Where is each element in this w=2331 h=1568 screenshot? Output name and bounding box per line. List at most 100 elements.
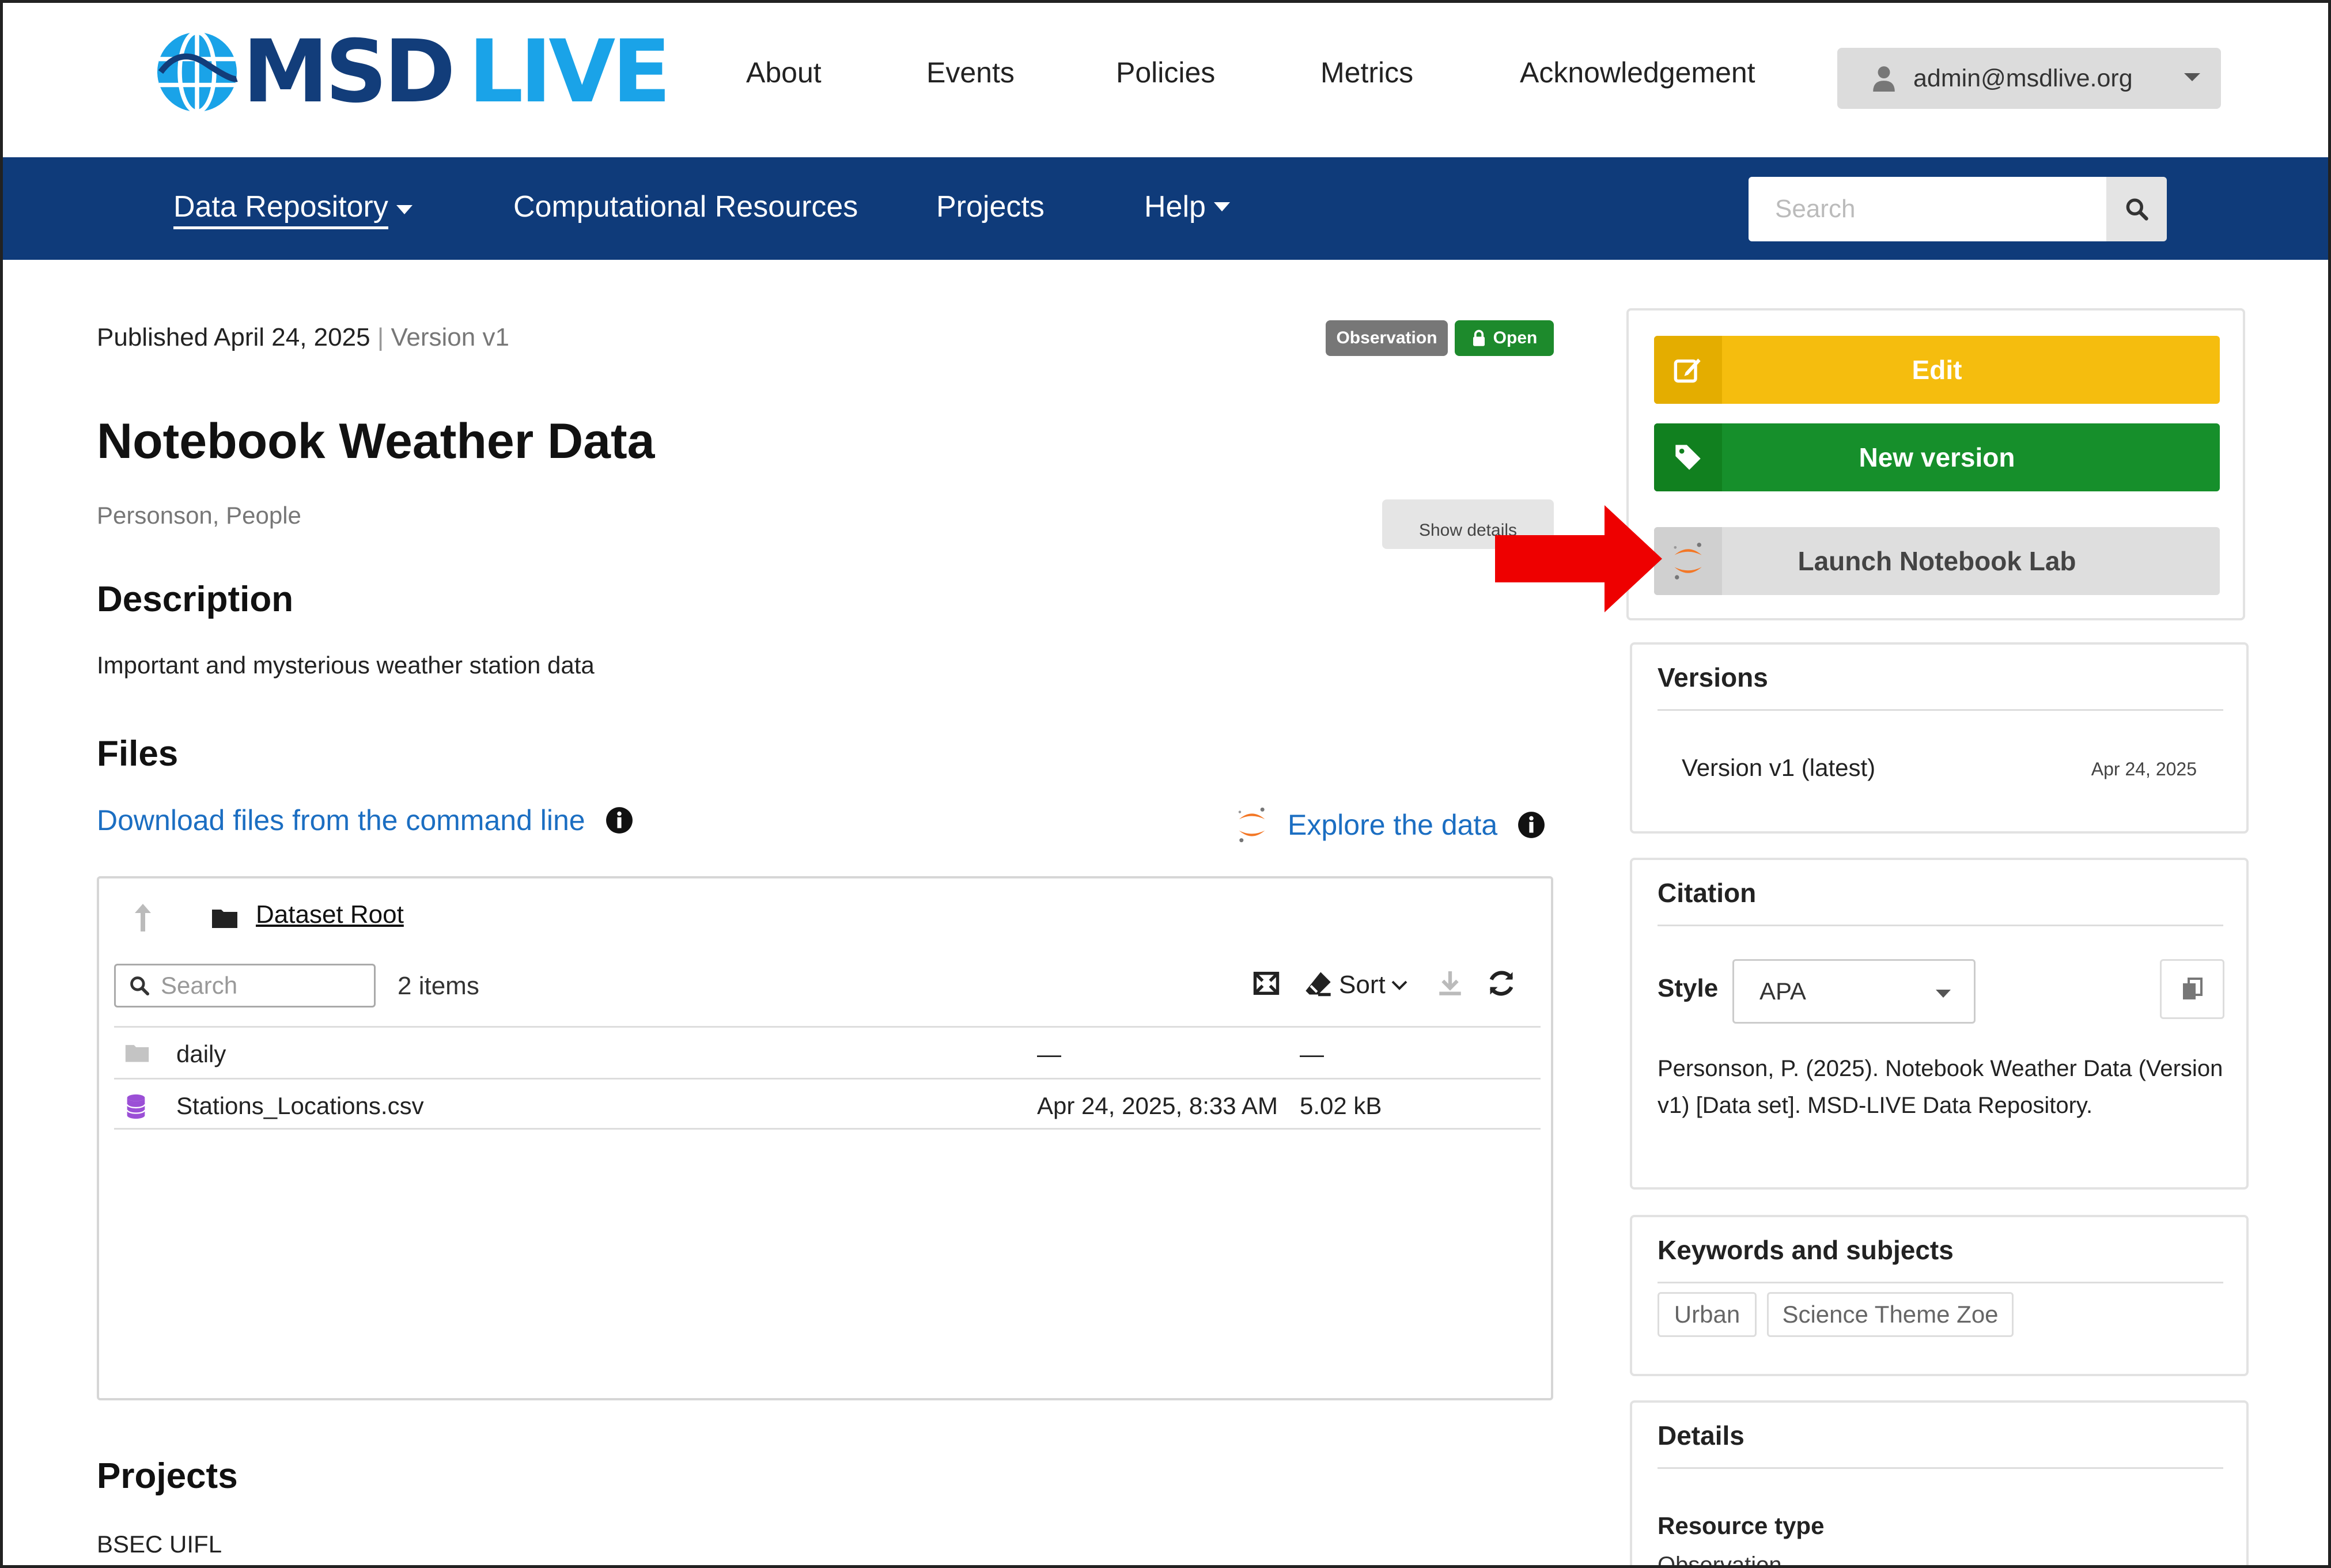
- user-menu-button[interactable]: admin@msdlive.org: [1837, 48, 2221, 109]
- explore-data-label: Explore the data: [1288, 809, 1498, 841]
- folder-icon: [212, 910, 237, 928]
- file-name[interactable]: Stations_Locations.csv: [176, 1092, 424, 1120]
- description-text: Important and mysterious weather station…: [97, 652, 595, 679]
- files-heading: Files: [97, 734, 179, 774]
- download-link-label: Download files from the command line: [97, 804, 585, 836]
- eraser-icon[interactable]: [1303, 968, 1333, 998]
- keyword-tag[interactable]: Science Theme Zoe: [1767, 1292, 2014, 1337]
- keyword-tag[interactable]: Urban: [1658, 1292, 1757, 1337]
- chevron-down-icon: [2184, 73, 2200, 81]
- user-icon: [1873, 66, 1895, 92]
- file-date: Apr 24, 2025, 8:33 AM: [1037, 1092, 1278, 1119]
- logo-live-text: LIVE: [468, 22, 671, 122]
- nav-data-repository-label: Data Repository: [173, 190, 388, 229]
- logo-msd-text: MSD: [243, 22, 456, 122]
- caret-down-icon: [1936, 990, 1951, 998]
- details-title: Details: [1658, 1421, 1745, 1450]
- new-version-button[interactable]: New version: [1654, 423, 2220, 491]
- citation-style-value: APA: [1759, 978, 1806, 1005]
- nav-metrics[interactable]: Metrics: [1320, 56, 1413, 89]
- divider: [1658, 925, 2223, 926]
- download-icon[interactable]: [1436, 968, 1465, 998]
- file-name[interactable]: daily: [176, 1040, 226, 1068]
- file-size: 5.02 kB: [1300, 1092, 1382, 1119]
- access-badge: Open: [1455, 320, 1554, 356]
- copy-icon: [2183, 978, 2203, 999]
- sort-dropdown[interactable]: Sort: [1339, 971, 1407, 999]
- top-header: MSD LIVE About Events Policies Metrics Ac…: [3, 3, 2328, 157]
- nav-about[interactable]: About: [746, 56, 822, 89]
- file-size: —: [1300, 1040, 1324, 1067]
- caret-down-icon: [1213, 202, 1230, 211]
- download-command-line-link[interactable]: Download files from the command line: [97, 804, 634, 837]
- citation-card: Citation Style APA Personson, P. (2025).…: [1630, 858, 2249, 1190]
- record-title: Notebook Weather Data: [97, 414, 655, 469]
- nav-policies[interactable]: Policies: [1116, 56, 1215, 89]
- description-heading: Description: [97, 580, 294, 619]
- sort-label: Sort: [1339, 971, 1386, 999]
- search-icon: [2126, 198, 2148, 221]
- search-button[interactable]: [2106, 177, 2167, 241]
- keywords-card: Keywords and subjects Urban Science Them…: [1630, 1215, 2249, 1376]
- file-row-csv[interactable]: Stations_Locations.csv Apr 24, 2025, 8:3…: [114, 1078, 1541, 1130]
- jupyter-icon: [1238, 807, 1265, 843]
- user-email: admin@msdlive.org: [1913, 64, 2133, 92]
- file-browser: Dataset Root 2 items Sort: [97, 876, 1553, 1400]
- version-date: Apr 24, 2025: [2091, 759, 2197, 779]
- annotation-arrow-icon: [1495, 505, 1662, 612]
- main-navbar: Data Repository Computational Resources …: [3, 157, 2328, 260]
- nav-data-repository[interactable]: Data Repository: [173, 190, 413, 229]
- caret-down-icon: [396, 204, 413, 214]
- version-item[interactable]: Version v1 (latest): [1682, 754, 1875, 782]
- site-search-input[interactable]: [1749, 177, 2106, 241]
- database-icon: [126, 1094, 146, 1119]
- edit-icon: [1674, 358, 1701, 383]
- citation-title: Citation: [1658, 878, 1757, 908]
- project-name[interactable]: BSEC UIFL: [97, 1531, 222, 1558]
- info-icon[interactable]: [605, 806, 634, 835]
- nav-events[interactable]: Events: [926, 56, 1015, 89]
- published-date: Published April 24, 2025: [97, 323, 370, 351]
- info-icon[interactable]: [1517, 810, 1546, 839]
- keywords-title: Keywords and subjects: [1658, 1235, 1954, 1265]
- nav-acknowledgement[interactable]: Acknowledgement: [1520, 56, 1755, 89]
- edit-label: Edit: [1912, 355, 1962, 385]
- nav-projects[interactable]: Projects: [936, 190, 1045, 224]
- divider: [1658, 1467, 2223, 1469]
- chevron-down-icon: [1391, 980, 1407, 990]
- nav-computational-resources[interactable]: Computational Resources: [513, 190, 858, 224]
- launch-notebook-lab-button[interactable]: Launch Notebook Lab: [1654, 527, 2220, 595]
- versions-title: Versions: [1658, 662, 1768, 692]
- versions-card: Versions Version v1 (latest) Apr 24, 202…: [1630, 642, 2249, 834]
- record-actions-panel: Edit New version Launch Notebook Lab: [1626, 308, 2245, 620]
- citation-style-select[interactable]: APA: [1732, 959, 1976, 1024]
- nav-help[interactable]: Help: [1144, 190, 1230, 224]
- nav-help-label: Help: [1144, 190, 1206, 224]
- msdlive-logo[interactable]: MSD LIVE: [154, 26, 671, 118]
- tag-icon: [1675, 445, 1701, 470]
- style-label: Style: [1658, 974, 1719, 1002]
- lock-icon: [1473, 329, 1485, 346]
- citation-text: Personson, P. (2025). Notebook Weather D…: [1658, 1056, 2223, 1118]
- access-badge-label: Open: [1493, 328, 1538, 347]
- select-all-icon[interactable]: [1251, 968, 1281, 998]
- publication-info: Published April 24, 2025 | Version v1: [97, 323, 509, 352]
- copy-citation-button[interactable]: [2160, 959, 2224, 1019]
- divider: [1658, 1282, 2223, 1283]
- nav-computational-resources-label: Computational Resources: [513, 190, 858, 224]
- divider: [1658, 709, 2223, 711]
- nav-projects-label: Projects: [936, 190, 1045, 224]
- projects-heading: Projects: [97, 1456, 238, 1496]
- folder-icon: [125, 1045, 149, 1062]
- up-directory-icon[interactable]: [131, 902, 154, 934]
- file-search-input[interactable]: [161, 972, 357, 999]
- record-authors[interactable]: Personson, People: [97, 502, 301, 529]
- dataset-root-link[interactable]: Dataset Root: [256, 900, 404, 929]
- page-frame: MSD LIVE About Events Policies Metrics Ac…: [0, 0, 2331, 1568]
- explore-data-link[interactable]: Explore the data: [1236, 805, 1546, 845]
- separator: |: [377, 323, 384, 351]
- refresh-icon[interactable]: [1486, 968, 1516, 998]
- edit-button[interactable]: Edit: [1654, 336, 2220, 404]
- file-row-folder[interactable]: daily — —: [114, 1026, 1541, 1078]
- launch-notebook-lab-label: Launch Notebook Lab: [1798, 546, 2076, 576]
